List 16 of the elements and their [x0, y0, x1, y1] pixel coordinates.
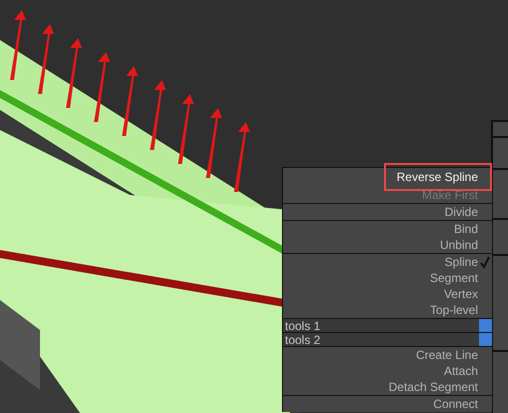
menu-item[interactable]: Top-level [283, 302, 492, 318]
menu-item[interactable]: Bind [283, 221, 492, 237]
menu-item[interactable]: Spline [283, 254, 492, 270]
square-icon [479, 333, 492, 346]
menu-item[interactable]: Create Line [283, 347, 492, 363]
menu-header: tools 2 [285, 332, 322, 346]
square-icon [479, 319, 492, 332]
menu-item[interactable]: Vertex [283, 286, 492, 302]
menu-item[interactable]: Reverse Spline [384, 163, 492, 191]
menu-header: tools 1 [285, 318, 322, 332]
menu-item[interactable]: Attach [283, 363, 492, 379]
menu-item[interactable]: Connect [283, 396, 492, 412]
menu-item[interactable]: Unbind [283, 237, 492, 253]
menu-item[interactable]: Segment [283, 270, 492, 286]
menu-item[interactable]: Detach Segment [283, 379, 492, 395]
menu-item[interactable]: Divide [283, 204, 492, 220]
